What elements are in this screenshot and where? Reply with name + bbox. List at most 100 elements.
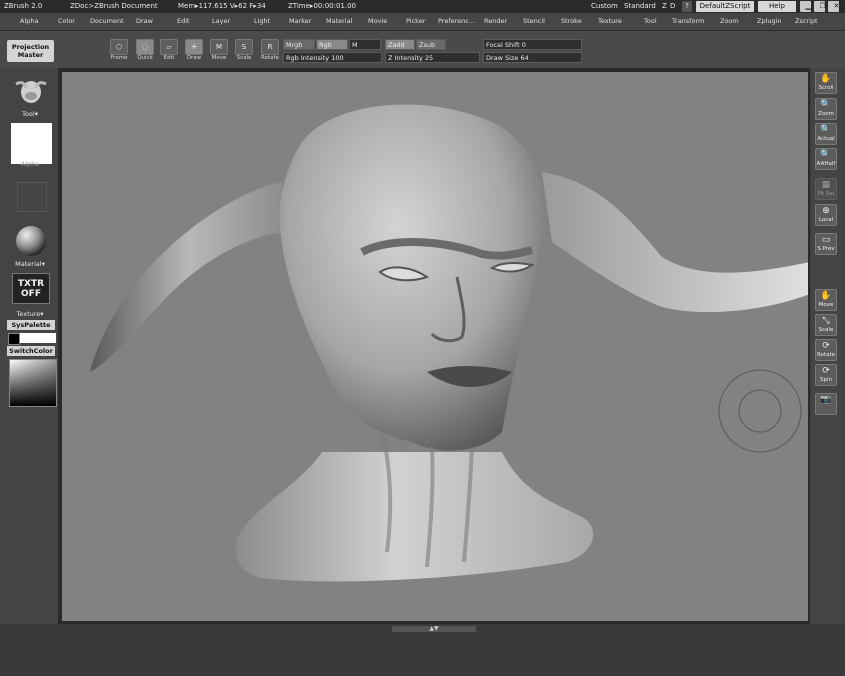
shelf-quick-button[interactable]: ◌ Quick (134, 38, 156, 64)
right-aahalf-button[interactable]: 🔍 AAHalf (815, 148, 837, 170)
projection-master-button[interactable]: Projection Master (7, 40, 54, 62)
right-scale-button[interactable]: ⤡ Scale (815, 314, 837, 336)
rgb-intensity-value: 100 (331, 54, 344, 62)
right-fit-sel-button[interactable]: ▦ Fit Sel (815, 178, 837, 200)
minimize-button[interactable]: ▁ (800, 1, 811, 12)
help-question-button[interactable]: ? (682, 1, 692, 12)
material-label[interactable]: Material▾ (10, 260, 50, 268)
standard-button[interactable]: Standard (624, 0, 656, 13)
m-toggle[interactable]: M (349, 39, 381, 50)
menu-zoom[interactable]: Zoom (720, 13, 739, 30)
document-canvas[interactable] (62, 72, 808, 621)
syspalette-button[interactable]: SysPalette (7, 320, 55, 330)
menu-stroke[interactable]: Stroke (561, 13, 582, 30)
restore-button[interactable]: ❐ (814, 1, 826, 12)
material-thumbnail[interactable] (15, 225, 47, 257)
menu-layer[interactable]: Layer (212, 13, 230, 30)
menu-light[interactable]: Light (254, 13, 270, 30)
z-intensity-label: Z Intensity (388, 54, 423, 62)
shelf-frame-button[interactable]: ⬡ Frame (108, 38, 130, 64)
mrgb-toggle[interactable]: Mrgb (283, 39, 315, 50)
rgb-intensity-slider[interactable]: Rgb Intensity 100 (283, 52, 382, 63)
menu-zscript[interactable]: Zscript (795, 13, 818, 30)
app-title: ZBrush 2.0 (4, 2, 43, 10)
menu-texture[interactable]: Texture (598, 13, 622, 30)
chevron-down-icon: ▾ (40, 310, 44, 318)
menu-preferenc[interactable]: Preferenc... (438, 13, 475, 30)
bottom-tray-handle[interactable]: ▲▼ (392, 626, 476, 632)
texture-label[interactable]: Texture▾ (10, 310, 50, 318)
menu-transform[interactable]: Transform (672, 13, 704, 30)
actual-icon: 🔍 (820, 125, 832, 135)
right-actual-label: Actual (817, 136, 835, 142)
help-button[interactable]: Help (758, 1, 796, 12)
alpha-thumbnail[interactable] (11, 123, 52, 164)
quick-icon: ◌ (136, 39, 154, 55)
right-snapshot-button[interactable]: 📷 (815, 393, 837, 415)
right-zoom-button[interactable]: 🔍 Zoom (815, 98, 837, 120)
right-scroll-button[interactable]: ✋ Scroll (815, 72, 837, 94)
menu-color[interactable]: Color (58, 13, 75, 30)
shelf-rotate-button[interactable]: R Rotate (259, 38, 281, 64)
tool-label[interactable]: Tool▾ (10, 110, 50, 118)
scroll-icon: ✋ (820, 74, 832, 84)
menu-marker[interactable]: Marker (289, 13, 311, 30)
shelf-scale-button[interactable]: S Scale (233, 38, 255, 64)
menu-tool[interactable]: Tool (644, 13, 657, 30)
default-zscript-button[interactable]: DefaultZScript (696, 1, 754, 12)
menu-stencil[interactable]: Stencil (523, 13, 545, 30)
move-icon: ✋ (820, 291, 832, 301)
move-icon: M (210, 39, 228, 55)
color-picker[interactable] (9, 359, 57, 407)
close-button[interactable]: ✕ (828, 1, 839, 12)
right-rotate-button[interactable]: ⟳ Rotate (815, 339, 837, 361)
menu-movie[interactable]: Movie (368, 13, 387, 30)
custom-button[interactable]: Custom (591, 0, 618, 13)
navigation-circle[interactable] (717, 368, 803, 454)
right-actual-button[interactable]: 🔍 Actual (815, 123, 837, 145)
menu-edit[interactable]: Edit (177, 13, 190, 30)
menu-alpha[interactable]: Alpha (20, 13, 38, 30)
z-intensity-slider[interactable]: Z Intensity 25 (385, 52, 480, 63)
focal-shift-label: Focal Shift (486, 41, 520, 49)
texture-label-text: Texture (16, 310, 41, 318)
zadd-toggle[interactable]: Zadd (385, 39, 415, 50)
frame-icon: ⬡ (110, 39, 128, 55)
d-button[interactable]: D (670, 0, 675, 13)
focal-shift-slider[interactable]: Focal Shift 0 (483, 39, 582, 50)
main-color-swatch[interactable] (20, 333, 56, 343)
zsub-toggle[interactable]: Zsub (416, 39, 446, 50)
right-sprev-button[interactable]: ▭ S.Prev (815, 233, 837, 255)
txtr-off-button[interactable]: TXTR OFF (12, 273, 50, 304)
secondary-color-swatch[interactable] (8, 333, 20, 345)
right-move-button[interactable]: ✋ Move (815, 289, 837, 311)
document-title[interactable]: ZDoc>ZBrush Document (70, 0, 158, 13)
spin-icon: ⟳ (822, 366, 830, 376)
title-bar: ZBrush 2.0 ZDoc>ZBrush Document Mem▸117.… (0, 0, 845, 13)
fit-sel-icon: ▦ (821, 180, 831, 190)
right-spin-button[interactable]: ⟳ Spin (815, 364, 837, 386)
menu-picker[interactable]: Picker (406, 13, 425, 30)
draw-size-slider[interactable]: Draw Size 64 (483, 52, 582, 63)
rgb-toggle[interactable]: Rgb (316, 39, 348, 50)
right-scroll-label: Scroll (818, 85, 834, 91)
shelf-draw-label: Draw (186, 55, 202, 61)
shelf-frame-label: Frame (110, 55, 128, 61)
right-local-button[interactable]: ⊕ Local (815, 204, 837, 226)
menu-zplugin[interactable]: Zplugin (757, 13, 782, 30)
shelf-move-button[interactable]: M Move (208, 38, 230, 64)
menu-material[interactable]: Material (326, 13, 352, 30)
z-button[interactable]: Z (662, 0, 667, 13)
menu-document[interactable]: Document (90, 13, 124, 30)
switchcolor-button[interactable]: SwitchColor (7, 346, 55, 356)
zoom-icon: 🔍 (820, 100, 832, 110)
alpha-label[interactable]: Alpha (10, 160, 50, 168)
sculpt-model (90, 104, 808, 582)
edit-icon: ▱ (160, 39, 178, 55)
menu-render[interactable]: Render (484, 13, 507, 30)
shelf-edit-button[interactable]: ▱ Edit (158, 38, 180, 64)
shelf-draw-button[interactable]: ✛ Draw (183, 38, 205, 64)
tool-thumbnail[interactable] (12, 76, 48, 106)
menu-draw[interactable]: Draw (136, 13, 153, 30)
shelf-rotate-label: Rotate (260, 55, 279, 61)
